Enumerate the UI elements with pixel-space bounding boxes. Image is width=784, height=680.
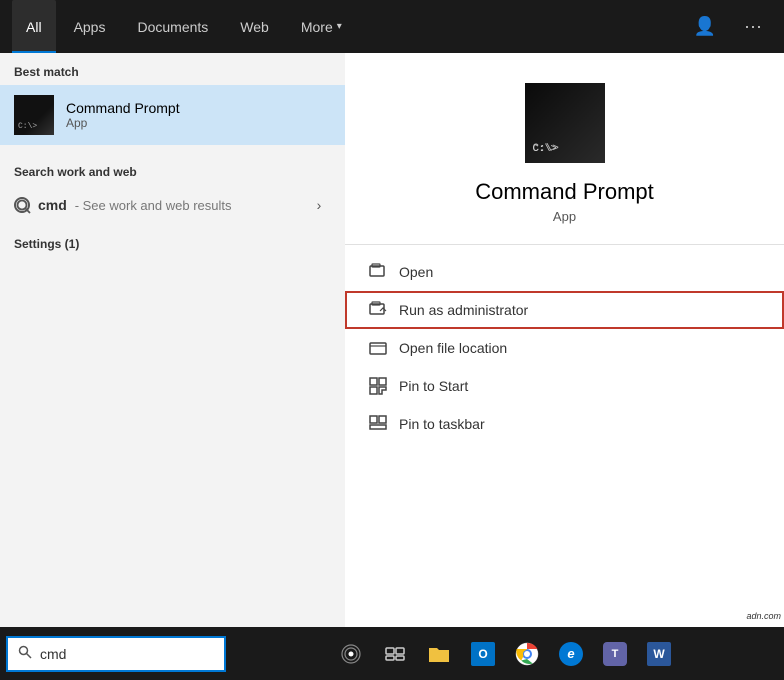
taskbar: cmd — [0, 627, 784, 680]
open-file-location-icon — [369, 339, 387, 357]
nav-tab-more-label: More — [301, 19, 333, 35]
pin-to-taskbar-icon — [369, 415, 387, 433]
word-button[interactable]: W — [639, 634, 679, 674]
search-cmd-text: cmd - See work and web results — [38, 197, 231, 213]
result-title: Command Prompt — [66, 100, 180, 116]
search-loop-icon — [14, 197, 30, 213]
action-pin-to-taskbar[interactable]: Pin to taskbar — [345, 405, 784, 443]
best-match-label: Best match — [0, 53, 345, 85]
taskbar-search-icon — [18, 645, 32, 662]
action-list: Open Run as administrator — [345, 245, 784, 451]
watermark-text: adn.com — [746, 611, 781, 621]
start-button[interactable] — [331, 634, 371, 674]
action-open-file-location[interactable]: Open file location — [345, 329, 784, 367]
taskbar-search-text: cmd — [40, 646, 66, 662]
more-options-button[interactable]: ··· — [734, 10, 772, 43]
search-web-label: Search work and web — [0, 153, 345, 185]
pin-to-start-label: Pin to Start — [399, 378, 468, 394]
top-nav-bar: All Apps Documents Web More ▾ 👤 ··· — [0, 0, 784, 53]
left-panel: Best match C:\> Command Prompt App Searc… — [0, 53, 345, 627]
run-as-admin-label: Run as administrator — [399, 302, 528, 318]
pin-to-taskbar-label: Pin to taskbar — [399, 416, 485, 432]
search-arrow-button[interactable]: › — [307, 193, 331, 217]
search-query-bold: cmd — [38, 197, 67, 213]
nav-tab-documents-label: Documents — [137, 19, 208, 35]
user-icon-button[interactable]: 👤 — [684, 10, 726, 43]
best-match-result[interactable]: C:\> Command Prompt App — [0, 85, 345, 145]
action-open[interactable]: Open — [345, 253, 784, 291]
file-explorer-button[interactable] — [419, 634, 459, 674]
open-label: Open — [399, 264, 433, 280]
main-content: Best match C:\> Command Prompt App Searc… — [0, 53, 784, 627]
nav-tab-all-label: All — [26, 19, 42, 35]
nav-tab-all[interactable]: All — [12, 0, 56, 53]
result-text: Command Prompt App — [66, 100, 180, 130]
app-icon-large: C:\> — [525, 83, 605, 163]
pin-to-start-icon — [369, 377, 387, 395]
action-pin-to-start[interactable]: Pin to Start — [345, 367, 784, 405]
task-view-button[interactable] — [375, 634, 415, 674]
action-run-as-admin[interactable]: Run as administrator — [345, 291, 784, 329]
right-panel: C:\> Command Prompt App Open — [345, 53, 784, 627]
more-chevron-icon: ▾ — [337, 21, 342, 32]
chrome-button[interactable] — [507, 634, 547, 674]
result-subtitle: App — [66, 116, 180, 130]
app-type: App — [553, 209, 576, 224]
taskbar-search-box[interactable]: cmd — [6, 636, 226, 672]
search-suffix: - See work and web results — [75, 198, 232, 213]
teams-button[interactable]: T — [595, 634, 635, 674]
taskbar-center: O e — [226, 634, 784, 674]
nav-right-actions: 👤 ··· — [684, 10, 772, 43]
open-icon — [369, 263, 387, 281]
nav-tab-documents[interactable]: Documents — [123, 0, 222, 53]
nav-tab-more[interactable]: More ▾ — [287, 0, 356, 53]
settings-section: Settings (1) — [0, 225, 345, 259]
app-name-large: Command Prompt — [475, 179, 654, 205]
open-file-location-label: Open file location — [399, 340, 507, 356]
nav-tab-apps[interactable]: Apps — [60, 0, 120, 53]
edge-button[interactable]: e — [551, 634, 591, 674]
nav-tab-web[interactable]: Web — [226, 0, 283, 53]
nav-tab-apps-label: Apps — [74, 19, 106, 35]
outlook-button[interactable]: O — [463, 634, 503, 674]
watermark: adn.com — [743, 610, 784, 622]
nav-tab-web-label: Web — [240, 19, 269, 35]
run-as-admin-icon — [369, 301, 387, 319]
settings-label: Settings (1) — [14, 237, 79, 251]
command-prompt-icon: C:\> — [14, 95, 54, 135]
search-web-row[interactable]: cmd - See work and web results › — [0, 185, 345, 225]
